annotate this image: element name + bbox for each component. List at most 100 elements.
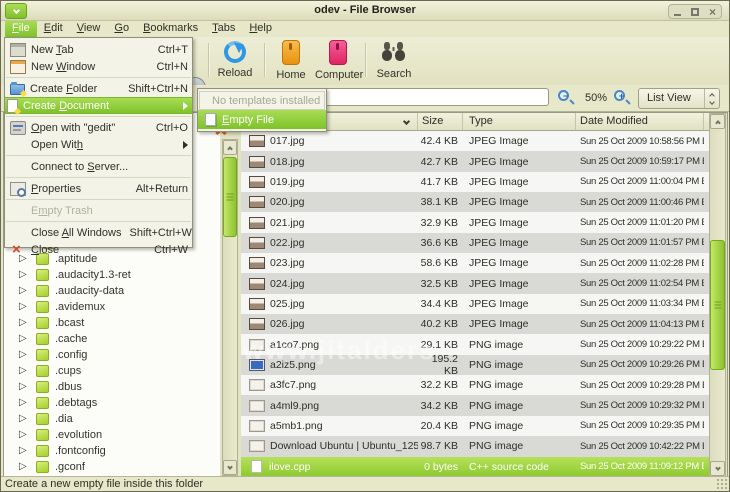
sidebar-scrollbar[interactable] xyxy=(222,139,238,476)
tree-item-label: .audacity-data xyxy=(55,285,124,297)
file-row[interactable]: a2iz5.png195.2 KBPNG imageSun 25 Oct 200… xyxy=(241,355,709,375)
file-row[interactable]: 017.jpg42.4 KBJPEG ImageSun 25 Oct 2009 … xyxy=(241,131,709,151)
tree-item-fontconfig[interactable]: .fontconfig xyxy=(4,443,220,459)
menu-shortcut: Shift+Ctrl+W xyxy=(130,227,192,239)
menu-item-e-mpty-trash[interactable]: Empty Trash xyxy=(5,202,192,219)
menu-item-connect-to-server[interactable]: Connect to Server... xyxy=(5,158,192,175)
expander-icon[interactable] xyxy=(19,302,29,312)
toolbar-button-home[interactable]: Home xyxy=(268,40,314,84)
file-row[interactable]: Download Ubuntu | Ubuntu_12565...98.7 KB… xyxy=(241,436,709,456)
maximize-icon[interactable] xyxy=(691,8,699,16)
expander-icon[interactable] xyxy=(19,318,29,328)
expander-icon[interactable] xyxy=(19,414,29,424)
window-menu-button[interactable] xyxy=(5,3,27,19)
menubar-item-tabs[interactable]: Tabs xyxy=(205,21,242,37)
menu-item-close-all-windows[interactable]: Close All WindowsShift+Ctrl+W xyxy=(5,224,192,241)
submenu-item-no-templates-installed[interactable]: No templates installed xyxy=(199,91,325,110)
column-header-date[interactable]: Date Modified xyxy=(576,113,704,130)
file-row[interactable]: 019.jpg41.7 KBJPEG ImageSun 25 Oct 2009 … xyxy=(241,172,709,192)
computer-icon xyxy=(329,40,347,65)
file-row[interactable]: a5mb1.png20.4 KBPNG imageSun 25 Oct 2009… xyxy=(241,416,709,436)
scrollbar-thumb[interactable] xyxy=(223,157,237,237)
expander-icon[interactable] xyxy=(19,446,29,456)
menu-item-open-wit-h[interactable]: Open With xyxy=(5,136,192,153)
expander-icon[interactable] xyxy=(19,462,29,472)
tree-item-avidemux[interactable]: .avidemux xyxy=(4,299,220,315)
png-thumbnail-icon xyxy=(249,420,265,432)
expander-icon[interactable] xyxy=(19,286,29,296)
zoom-in-button[interactable]: + xyxy=(613,89,633,107)
menu-item-create-folder[interactable]: Create FolderShift+Ctrl+N xyxy=(5,80,192,97)
file-type: JPEG Image xyxy=(463,298,576,310)
submenu-arrow-icon xyxy=(183,102,188,110)
file-row[interactable]: 023.jpg58.6 KBJPEG ImageSun 25 Oct 2009 … xyxy=(241,253,709,273)
file-row[interactable]: 021.jpg32.9 KBJPEG ImageSun 25 Oct 2009 … xyxy=(241,212,709,232)
file-row[interactable]: 025.jpg34.4 KBJPEG ImageSun 25 Oct 2009 … xyxy=(241,294,709,314)
file-row[interactable]: 024.jpg32.5 KBJPEG ImageSun 25 Oct 2009 … xyxy=(241,273,709,293)
tree-item-debtags[interactable]: .debtags xyxy=(4,395,220,411)
column-header-type[interactable]: Type xyxy=(463,113,576,130)
file-row[interactable]: ilove.cpp0 bytesC++ source codeSun 25 Oc… xyxy=(241,457,709,477)
expander-icon[interactable] xyxy=(19,350,29,360)
toolbar-button-reload[interactable]: Reload xyxy=(212,40,258,84)
tree-item-cache[interactable]: .cache xyxy=(4,331,220,347)
menubar-item-go[interactable]: Go xyxy=(107,21,136,37)
scroll-up-button[interactable] xyxy=(223,140,237,155)
view-mode-dropdown[interactable]: List View xyxy=(638,88,720,109)
zoom-out-button[interactable]: − xyxy=(557,89,577,107)
menubar-item-help[interactable]: Help xyxy=(242,21,279,37)
menu-item-label: New Tab xyxy=(31,44,150,56)
file-size: 32.9 KB xyxy=(418,217,463,229)
scroll-down-button[interactable] xyxy=(223,460,237,475)
status-bar: Create a new empty file inside this fold… xyxy=(1,476,729,491)
expander-icon[interactable] xyxy=(19,366,29,376)
create-document-icon xyxy=(7,99,18,113)
tree-item-evolution[interactable]: .evolution xyxy=(4,427,220,443)
tree-item-config[interactable]: .config xyxy=(4,347,220,363)
menubar-item-bookmarks[interactable]: Bookmarks xyxy=(136,21,205,37)
scrollbar-thumb[interactable] xyxy=(710,240,725,370)
menu-item-new-tab[interactable]: New TabCtrl+T xyxy=(5,41,192,58)
submenu-item-empty-file[interactable]: Empty File xyxy=(198,110,326,129)
column-header-size[interactable]: Size xyxy=(418,113,463,130)
file-row[interactable]: 026.jpg40.2 KBJPEG ImageSun 25 Oct 2009 … xyxy=(241,314,709,334)
expander-icon[interactable] xyxy=(19,270,29,280)
expander-icon[interactable] xyxy=(19,382,29,392)
scroll-up-button[interactable] xyxy=(710,114,725,129)
expander-icon[interactable] xyxy=(19,398,29,408)
file-type: PNG image xyxy=(463,420,576,432)
toolbar-button-computer[interactable]: Computer xyxy=(315,40,361,84)
tree-item-bcast[interactable]: .bcast xyxy=(4,315,220,331)
tree-item-dbus[interactable]: .dbus xyxy=(4,379,220,395)
menubar-item-file[interactable]: File xyxy=(5,21,37,37)
menu-item-properties[interactable]: PropertiesAlt+Return xyxy=(5,180,192,197)
menu-item-open-with-gedit[interactable]: Open with "gedit"Ctrl+O xyxy=(5,119,192,136)
menu-item-new-window[interactable]: New WindowCtrl+N xyxy=(5,58,192,75)
file-row[interactable]: 020.jpg38.1 KBJPEG ImageSun 25 Oct 2009 … xyxy=(241,192,709,212)
expander-icon[interactable] xyxy=(19,430,29,440)
menubar-item-view[interactable]: View xyxy=(70,21,108,37)
menu-item-create-document[interactable]: Create Document xyxy=(5,97,192,114)
file-row[interactable]: a4ml9.png34.2 KBPNG imageSun 25 Oct 2009… xyxy=(241,395,709,415)
file-row[interactable]: a1co7.png29.1 KBPNG imageSun 25 Oct 2009… xyxy=(241,334,709,354)
menu-item-close[interactable]: CloseCtrl+W xyxy=(5,241,192,258)
tree-item-dia[interactable]: .dia xyxy=(4,411,220,427)
menubar-item-edit[interactable]: Edit xyxy=(37,21,70,37)
toolbar-separator xyxy=(264,43,265,77)
close-window-icon[interactable]: × xyxy=(709,7,716,17)
expander-icon[interactable] xyxy=(19,334,29,344)
tree-item-audacity1-3-ret[interactable]: .audacity1.3-ret xyxy=(4,267,220,283)
file-row[interactable]: 018.jpg42.7 KBJPEG ImageSun 25 Oct 2009 … xyxy=(241,151,709,171)
file-name: 019.jpg xyxy=(270,176,304,188)
toolbar-button-search[interactable]: Search xyxy=(371,40,417,84)
tree-item-gconf[interactable]: .gconf xyxy=(4,459,220,475)
file-row[interactable]: a3fc7.png32.2 KBPNG imageSun 25 Oct 2009… xyxy=(241,375,709,395)
file-row[interactable]: 022.jpg36.6 KBJPEG ImageSun 25 Oct 2009 … xyxy=(241,233,709,253)
file-name-cell: Download Ubuntu | Ubuntu_12565... xyxy=(241,440,418,452)
list-scrollbar[interactable] xyxy=(709,113,726,477)
scroll-down-button[interactable] xyxy=(710,461,725,476)
tree-item-cups[interactable]: .cups xyxy=(4,363,220,379)
minimize-icon[interactable] xyxy=(674,14,681,16)
resize-grip[interactable] xyxy=(716,478,728,490)
tree-item-audacity-data[interactable]: .audacity-data xyxy=(4,283,220,299)
